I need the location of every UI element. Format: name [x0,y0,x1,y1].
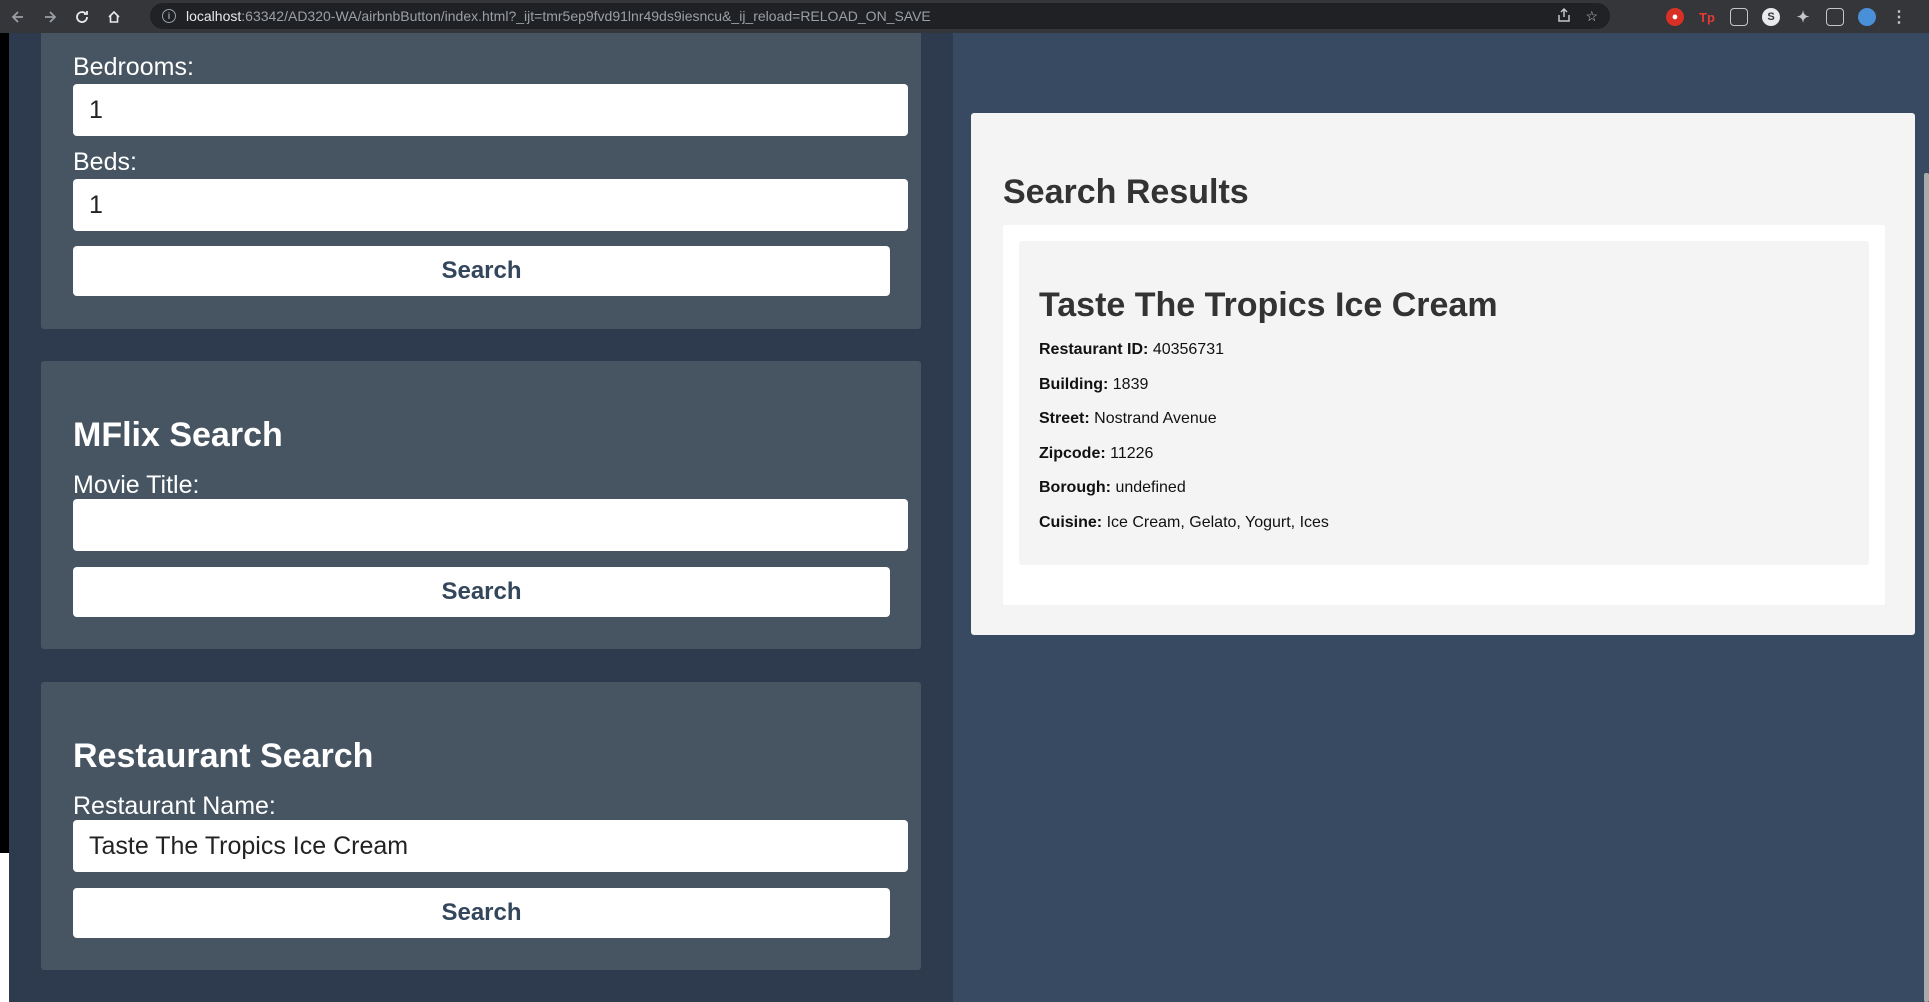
url-text: localhost:63342/AD320-WA/airbnbButton/in… [186,8,931,24]
bedrooms-input[interactable] [73,84,908,136]
s-extension-icon[interactable]: S [1762,8,1780,26]
detail-restaurant-id: Restaurant ID: 40356731 [1039,341,1224,358]
reload-icon[interactable] [68,3,96,31]
info-icon[interactable]: i [162,9,176,23]
mflix-title: MFlix Search [73,416,283,454]
airbnb-search-button[interactable]: Search [73,246,890,296]
detail-building: Building: 1839 [1039,376,1149,393]
side-panel-icon[interactable] [1826,8,1844,26]
result-item: Taste The Tropics Ice Cream Restaurant I… [1019,241,1869,565]
detail-borough: Borough: undefined [1039,479,1186,496]
airbnb-search-card: Bedrooms: Beds: Search [41,33,921,329]
record-extension-icon[interactable]: ● [1666,8,1684,26]
search-forms-column: Bedrooms: Beds: Search MFlix Search Movi… [9,33,953,1002]
address-bar[interactable]: i localhost:63342/AD320-WA/airbnbButton/… [150,3,1610,29]
puzzle-icon[interactable]: ✦ [1794,8,1812,26]
window-edge [0,33,9,1002]
profile-avatar-icon[interactable] [1858,8,1876,26]
mflix-search-card: MFlix Search Movie Title: Search [41,361,921,649]
beds-label: Beds: [73,148,137,176]
restaurant-name-input[interactable] [73,820,908,872]
home-icon[interactable] [100,3,128,31]
results-title: Search Results [1003,173,1249,211]
results-list: Taste The Tropics Ice Cream Restaurant I… [1003,225,1885,605]
back-arrow-icon[interactable] [4,3,32,31]
restaurant-title: Restaurant Search [73,737,374,775]
window-extension-icon[interactable] [1730,8,1748,26]
restaurant-search-card: Restaurant Search Restaurant Name: Searc… [41,682,921,970]
page-viewport: Bedrooms: Beds: Search MFlix Search Movi… [9,33,1929,1002]
kebab-menu-icon[interactable]: ⋮ [1890,8,1908,26]
tp-extension-icon[interactable]: Tp [1698,8,1716,26]
result-name: Taste The Tropics Ice Cream [1039,286,1498,324]
movie-title-label: Movie Title: [73,471,200,499]
detail-cuisine: Cuisine: Ice Cream, Gelato, Yogurt, Ices [1039,514,1329,531]
mflix-search-button[interactable]: Search [73,567,890,617]
detail-street: Street: Nostrand Avenue [1039,410,1217,427]
browser-toolbar: i localhost:63342/AD320-WA/airbnbButton/… [0,0,1929,33]
bedrooms-label: Bedrooms: [73,53,194,81]
beds-input[interactable] [73,179,908,231]
share-icon[interactable] [1557,7,1571,26]
forward-arrow-icon[interactable] [36,3,64,31]
restaurant-search-button[interactable]: Search [73,888,890,938]
star-icon[interactable]: ☆ [1585,8,1598,25]
restaurant-name-label: Restaurant Name: [73,792,276,820]
page-scrollbar[interactable] [1924,173,1929,1002]
detail-zipcode: Zipcode: 11226 [1039,445,1154,462]
movie-title-input[interactable] [73,499,908,551]
search-results-panel: Search Results Taste The Tropics Ice Cre… [971,113,1915,635]
